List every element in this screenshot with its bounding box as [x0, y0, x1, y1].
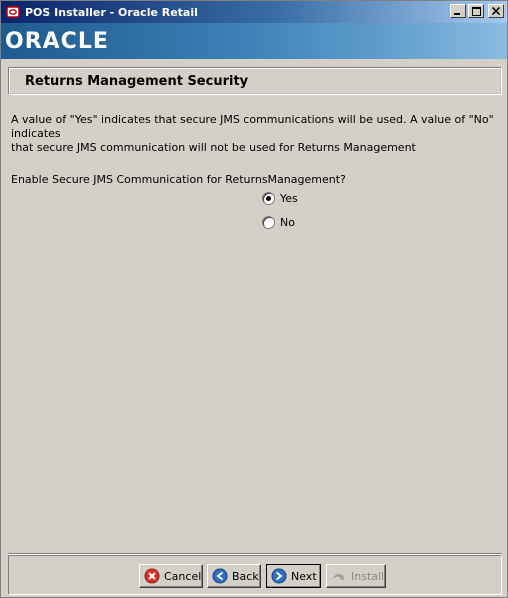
window-controls [450, 4, 504, 18]
java-app-icon [6, 5, 20, 19]
no-radio-button[interactable] [262, 216, 275, 229]
no-radio-label[interactable]: No [280, 216, 295, 229]
next-button[interactable]: Next [266, 564, 321, 588]
yes-radio-button[interactable] [262, 192, 275, 205]
radio-option-no[interactable]: No [262, 216, 295, 229]
close-icon[interactable] [488, 4, 504, 18]
install-button[interactable]: Install [326, 564, 386, 588]
radio-option-yes[interactable]: Yes [262, 192, 298, 205]
oracle-logo: ORACLE [5, 29, 109, 53]
oracle-logo-text: ORACLE [5, 29, 109, 53]
page-title: Returns Management Security [25, 74, 249, 89]
window-title: POS Installer - Oracle Retail [25, 5, 198, 19]
installer-window: POS Installer - Oracle Retail ORACLE Ret… [0, 0, 508, 598]
description-text: A value of "Yes" indicates that secure J… [11, 113, 501, 155]
back-button-label: Back [232, 569, 259, 583]
cancel-button[interactable]: Cancel [139, 564, 203, 588]
install-button-label: Install [351, 569, 385, 583]
back-button[interactable]: Back [207, 564, 261, 588]
description-line-2: that secure JMS communication will not b… [11, 141, 416, 154]
cancel-icon [144, 568, 160, 584]
description-line-1: A value of "Yes" indicates that secure J… [11, 113, 494, 140]
title-bar[interactable]: POS Installer - Oracle Retail [1, 1, 507, 23]
install-icon [333, 574, 344, 580]
section-header: Returns Management Security [8, 67, 502, 95]
yes-radio-label[interactable]: Yes [280, 192, 298, 205]
back-arrow-icon [212, 568, 228, 584]
oracle-banner: ORACLE [1, 23, 507, 59]
next-arrow-icon [271, 568, 287, 584]
question-label: Enable Secure JMS Communication for Retu… [11, 173, 346, 186]
cancel-button-label: Cancel [164, 569, 202, 583]
next-button-label: Next [291, 569, 317, 583]
minimize-icon[interactable] [450, 4, 466, 18]
maximize-icon[interactable] [468, 4, 484, 18]
